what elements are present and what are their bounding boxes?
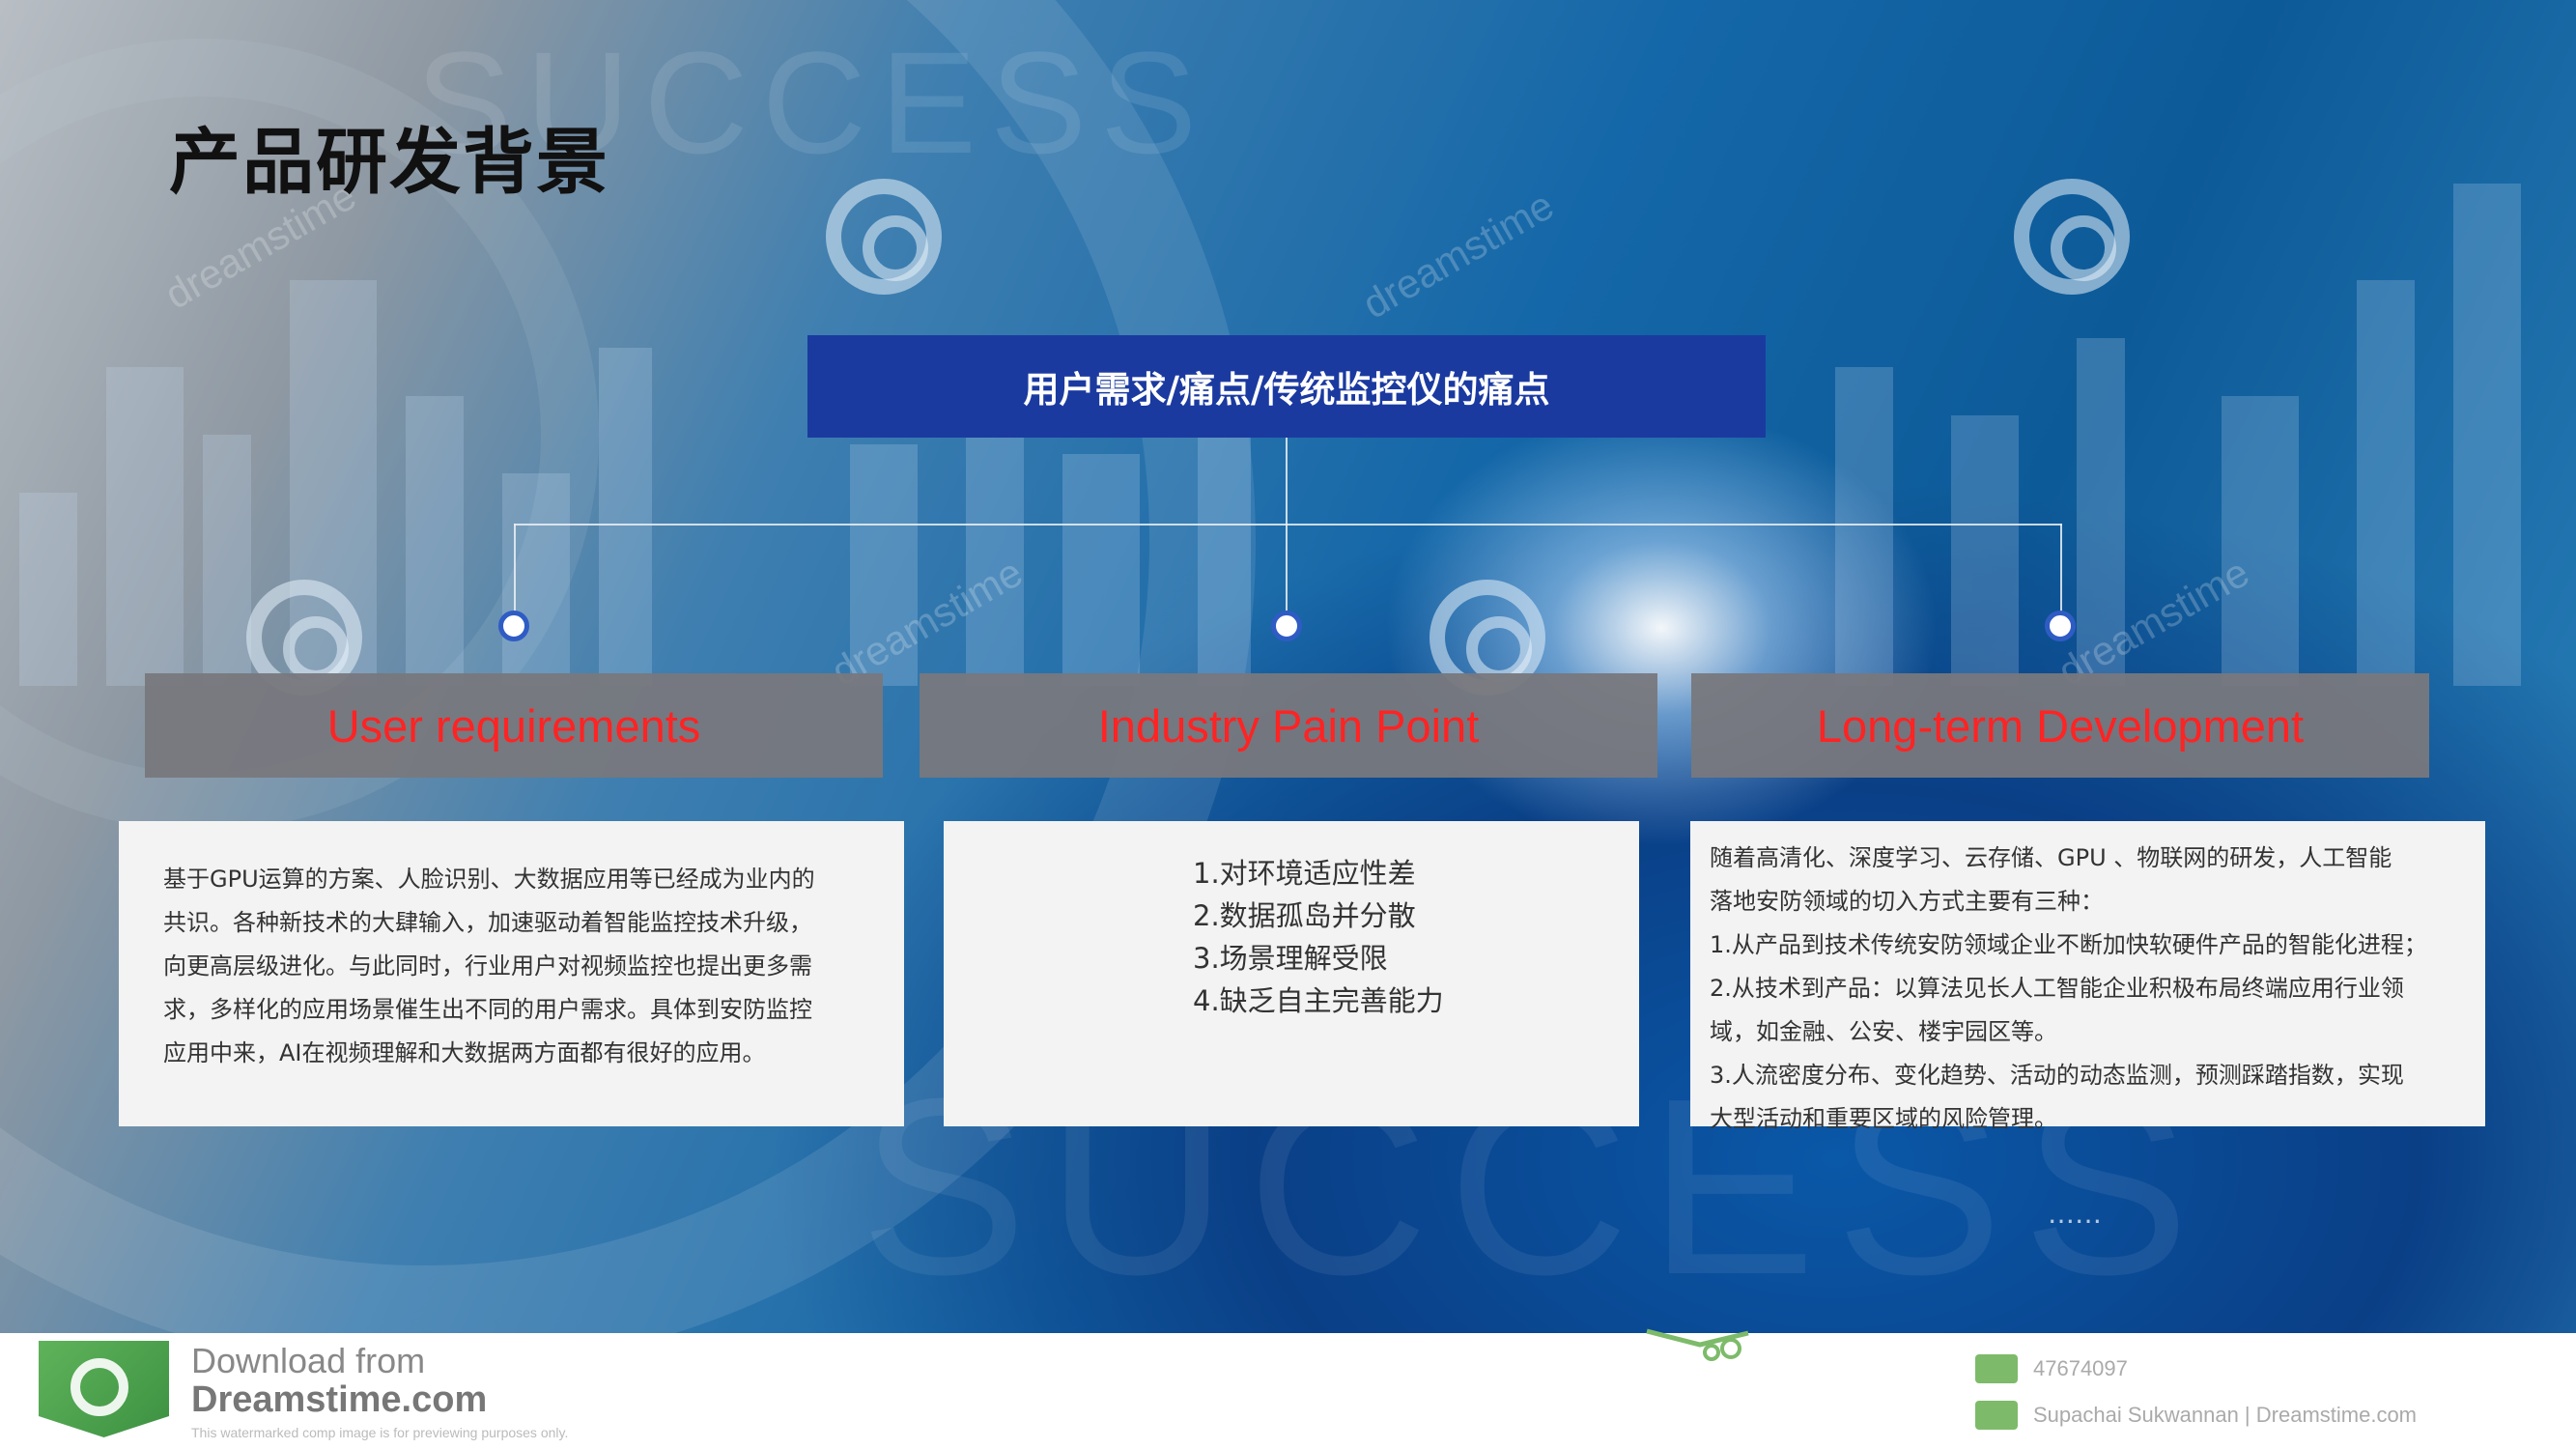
watermark-spiral-icon (2014, 179, 2130, 295)
category-user-requirements: User requirements (145, 673, 883, 778)
user-requirements-card: 基于GPU运算的方案、人脸识别、大数据应用等已经成为业内的 共识。各种新技术的大… (119, 821, 904, 1126)
dreamstime-logo-icon (39, 1341, 169, 1437)
footer-image-id: 47674097 (2033, 1356, 2128, 1380)
connector-node (498, 611, 529, 641)
card-text-line: 随着高清化、深度学习、云存储、GPU 、物联网的研发，人工智能 (1710, 844, 2392, 871)
connector-line-horizontal (514, 524, 2062, 526)
pain-point-item: 4.缺乏自主完善能力 (1193, 984, 1444, 1017)
image-id-icon (1975, 1354, 2018, 1383)
category-long-term-development: Long-term Development (1691, 673, 2429, 778)
card-text-line: 2.从技术到产品：以算法见长人工智能企业积极布局终端应用行业领 (1710, 975, 2404, 1002)
ellipsis-text: …… (2048, 1198, 2102, 1230)
pain-point-item: 3.场景理解受限 (1193, 942, 1388, 975)
skyline-building (2453, 184, 2521, 686)
card-text-line: 基于GPU运算的方案、人脸识别、大数据应用等已经成为业内的 (163, 866, 815, 893)
card-text-line: 求，多样化的应用场景催生出不同的用户需求。具体到安防监控 (163, 996, 812, 1023)
watermark-text: dreamstime (1354, 182, 1562, 327)
card-text-line: 向更高层级进化。与此同时，行业用户对视频监控也提出更多需 (163, 952, 812, 980)
scissor-icon (1646, 1328, 1749, 1361)
connector-node (1271, 611, 1302, 641)
card-text-line: 落地安防领域的切入方式主要有三种： (1710, 888, 2104, 915)
card-text-line: 1.从产品到技术传统安防领域企业不断加快软硬件产品的智能化进程； (1710, 931, 2427, 958)
spiral-icon (71, 1358, 128, 1416)
footer-site-label: Dreamstime.com (191, 1379, 488, 1420)
skyline-building (1835, 367, 1893, 686)
skyline-building (502, 473, 570, 686)
category-label: Industry Pain Point (1097, 699, 1480, 752)
skyline-building (2222, 396, 2299, 686)
photographer-icon (1975, 1401, 2018, 1430)
industry-pain-point-card: 1.对环境适应性差 2.数据孤岛并分散 3.场景理解受限 4.缺乏自主完善能力 (944, 821, 1639, 1126)
skyline-building (1951, 415, 2019, 686)
long-term-development-card: 随着高清化、深度学习、云存储、GPU 、物联网的研发，人工智能 落地安防领域的切… (1690, 821, 2485, 1132)
skyline-building (19, 493, 77, 686)
topic-banner: 用户需求/痛点/传统监控仪的痛点 (807, 335, 1766, 438)
slide-canvas: SUCCESS SUCCESS dreamstime dreamstime dr… (0, 0, 2576, 1449)
skyline-building (203, 435, 251, 686)
card-text-line: 大型活动和重要区域的风险管理。 (1710, 1105, 2057, 1132)
stock-watermark-footer: Download from Dreamstime.com This waterm… (0, 1328, 2576, 1449)
skyline-building (599, 348, 652, 686)
connector-line-right (2060, 524, 2062, 616)
category-industry-pain-point: Industry Pain Point (920, 673, 1657, 778)
skyline-building (106, 367, 184, 686)
connector-line-center (1286, 438, 1288, 627)
page-title: 产品研发背景 (169, 121, 609, 204)
skyline-building (2357, 280, 2415, 686)
skyline-building (1198, 425, 1251, 686)
card-text-line: 应用中来，AI在视频理解和大数据两方面都有很好的应用。 (163, 1039, 766, 1066)
card-text-line: 3.人流密度分布、变化趋势、活动的动态监测，预测踩踏指数，实现 (1710, 1062, 2404, 1089)
connector-node (2045, 611, 2076, 641)
pain-point-item: 1.对环境适应性差 (1193, 857, 1416, 890)
card-text-line: 共识。各种新技术的大肆输入，加速驱动着智能监控技术升级， (163, 909, 812, 936)
skyline-building (406, 396, 464, 686)
watermark-spiral-icon (826, 179, 942, 295)
pain-point-item: 2.数据孤岛并分散 (1193, 899, 1416, 932)
card-text-line: 域，如金融、公安、楼宇园区等。 (1710, 1018, 2057, 1045)
category-label: User requirements (326, 699, 701, 752)
topic-banner-label: 用户需求/痛点/传统监控仪的痛点 (1023, 368, 1550, 411)
connector-line-left (514, 524, 516, 616)
category-label: Long-term Development (1816, 699, 2305, 752)
footer-download-label: Download from (191, 1341, 426, 1380)
footer-credit: Supachai Sukwannan | Dreamstime.com (2033, 1403, 2418, 1427)
footer-disclaimer: This watermarked comp image is for previ… (191, 1425, 569, 1440)
skyline-building (1062, 454, 1140, 686)
